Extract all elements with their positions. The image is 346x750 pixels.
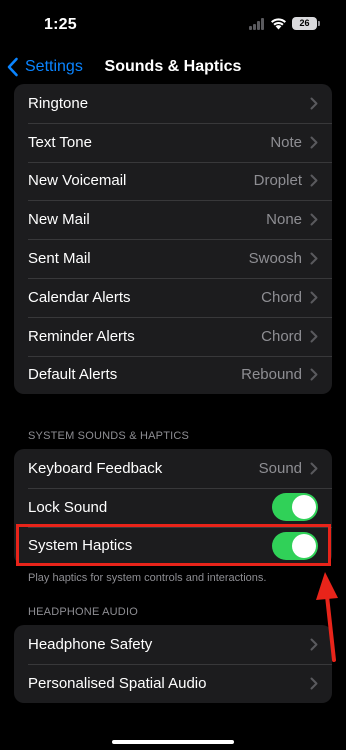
- chevron-right-icon: [310, 330, 318, 343]
- chevron-right-icon: [310, 97, 318, 110]
- headphone-audio-group: Headphone Safety Personalised Spatial Au…: [14, 625, 332, 703]
- system-sounds-section-header: SYSTEM SOUNDS & HAPTICS: [28, 430, 190, 442]
- reminder-alerts-row[interactable]: Reminder Alerts Chord: [14, 316, 332, 356]
- chevron-right-icon: [310, 174, 318, 187]
- chevron-right-icon: [310, 368, 318, 381]
- row-label: Keyboard Feedback: [28, 459, 163, 477]
- row-value: Rebound: [241, 366, 302, 384]
- chevron-right-icon: [310, 462, 318, 475]
- ringtone-row[interactable]: Ringtone: [14, 84, 332, 123]
- chevron-right-icon: [310, 213, 318, 226]
- calendar-alerts-row[interactable]: Calendar Alerts Chord: [14, 277, 332, 317]
- row-label: New Voicemail: [28, 172, 127, 190]
- page-title: Sounds & Haptics: [104, 58, 242, 75]
- lock-sound-toggle[interactable]: [272, 493, 318, 522]
- toggle-knob: [292, 495, 316, 520]
- annotation-arrow-icon: [316, 572, 338, 662]
- cellular-signal-icon: [249, 18, 267, 30]
- new-voicemail-row[interactable]: New Voicemail Droplet: [14, 161, 332, 201]
- headphone-audio-section-header: HEADPHONE AUDIO: [28, 606, 138, 618]
- row-label: Headphone Safety: [28, 635, 153, 653]
- text-tone-row[interactable]: Text Tone Note: [14, 122, 332, 162]
- keyboard-feedback-row[interactable]: Keyboard Feedback Sound: [14, 449, 332, 488]
- annotation-highlight-box: [16, 524, 331, 566]
- row-label: Lock Sound: [28, 498, 108, 516]
- nav-bar: Settings Sounds & Haptics: [0, 50, 346, 86]
- chevron-right-icon: [310, 136, 318, 149]
- headphone-safety-row[interactable]: Headphone Safety: [14, 625, 332, 664]
- row-label: New Mail: [28, 211, 90, 229]
- row-label: Personalised Spatial Audio: [28, 674, 207, 692]
- row-label: Default Alerts: [28, 366, 118, 384]
- chevron-right-icon: [310, 291, 318, 304]
- row-value: None: [266, 211, 302, 229]
- row-label: Reminder Alerts: [28, 327, 135, 345]
- system-haptics-footer-note: Play haptics for system controls and int…: [28, 572, 267, 584]
- row-value: Swoosh: [248, 250, 302, 268]
- default-alerts-row[interactable]: Default Alerts Rebound: [14, 355, 332, 395]
- row-label: Calendar Alerts: [28, 288, 131, 306]
- wifi-icon: [271, 18, 286, 30]
- chevron-right-icon: [310, 677, 318, 690]
- battery-icon: 26: [292, 17, 320, 30]
- row-value: Sound: [258, 459, 302, 477]
- row-label: Text Tone: [28, 133, 92, 151]
- row-value: Note: [270, 133, 302, 151]
- row-value: Droplet: [253, 172, 302, 190]
- lock-sound-row: Lock Sound: [14, 487, 332, 527]
- row-value: Chord: [261, 288, 302, 306]
- row-label: Sent Mail: [28, 250, 91, 268]
- row-value: Chord: [261, 327, 302, 345]
- status-time: 1:25: [44, 16, 77, 33]
- new-mail-row[interactable]: New Mail None: [14, 200, 332, 239]
- personalised-spatial-audio-row[interactable]: Personalised Spatial Audio: [14, 663, 332, 703]
- sent-mail-row[interactable]: Sent Mail Swoosh: [14, 239, 332, 278]
- status-bar: 1:25 26: [0, 0, 346, 50]
- home-indicator: [112, 740, 234, 744]
- alert-tones-group: Ringtone Text Tone Note New Voicemail Dr…: [14, 84, 332, 395]
- row-label: Ringtone: [28, 94, 89, 112]
- chevron-right-icon: [310, 252, 318, 265]
